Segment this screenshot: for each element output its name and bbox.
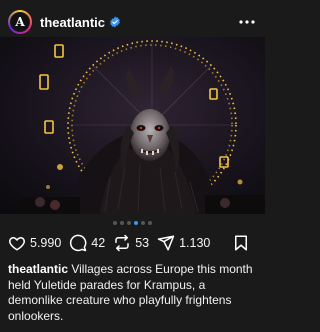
- carousel-dot: [148, 221, 152, 225]
- like-button[interactable]: 5.990: [8, 234, 61, 252]
- carousel-dot: [141, 221, 145, 225]
- verified-badge-icon: [110, 16, 120, 28]
- repost-icon: [115, 234, 129, 252]
- post-photo[interactable]: [0, 37, 265, 214]
- avatar-logo: A: [10, 12, 30, 32]
- carousel-indicator: [0, 221, 265, 227]
- send-icon: [157, 235, 175, 251]
- carousel-dot: [127, 221, 131, 225]
- more-options-icon[interactable]: [237, 12, 257, 32]
- like-count: 5.990: [30, 236, 62, 250]
- share-count: 1.130: [179, 236, 211, 250]
- comment-button[interactable]: 42: [69, 234, 105, 252]
- post-caption: theatlantic Villages across Europe this …: [8, 262, 256, 324]
- avatar[interactable]: A: [8, 10, 32, 34]
- action-bar: 5.990 42 53 1.130: [8, 232, 258, 254]
- repost-button[interactable]: 53: [113, 234, 149, 252]
- repost-count: 53: [135, 236, 150, 250]
- heart-icon: [9, 237, 25, 251]
- share-button[interactable]: 1.130: [157, 234, 210, 252]
- comment-icon: [70, 234, 87, 252]
- bookmark-icon: [235, 235, 247, 251]
- caption-username[interactable]: theatlantic: [8, 262, 68, 276]
- post-username[interactable]: theatlantic: [40, 15, 105, 30]
- save-button[interactable]: [232, 234, 250, 252]
- carousel-dot: [113, 221, 117, 225]
- carousel-dot: [120, 221, 124, 225]
- comment-count: 42: [91, 236, 106, 250]
- carousel-dot-active: [134, 221, 138, 225]
